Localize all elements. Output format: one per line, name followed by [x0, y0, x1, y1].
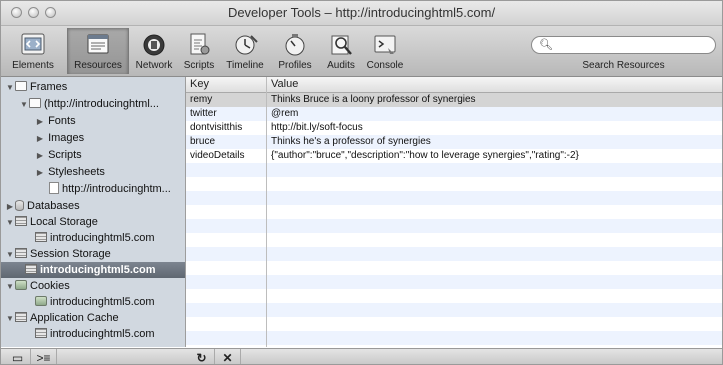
sidebar-item-frame-main[interactable]: ▼ (http://introducinghtml...	[1, 96, 185, 113]
sidebar-item-session-storage-domain[interactable]: introducinghtml5.com	[1, 262, 185, 278]
disclosure-triangle-icon[interactable]: ▶	[35, 131, 45, 147]
sidebar-item-cookies[interactable]: ▼ Cookies	[1, 278, 185, 295]
sidebar-item-application-cache-domain[interactable]: introducinghtml5.com	[1, 326, 185, 342]
sidebar-item-databases[interactable]: ▶ Databases	[1, 198, 185, 215]
elements-icon	[21, 33, 45, 55]
disclosure-triangle-icon[interactable]: ▼	[5, 247, 15, 263]
search-input[interactable]: 🔍︎	[531, 36, 716, 54]
title-bar: Developer Tools – http://introducinghtml…	[1, 1, 722, 26]
scripts-icon	[190, 33, 210, 55]
disclosure-triangle-icon[interactable]: ▼	[5, 215, 15, 231]
disclosure-triangle-icon[interactable]: ▼	[5, 311, 15, 327]
sidebar-item-frames[interactable]: ▼ Frames	[1, 79, 185, 96]
tab-resources[interactable]: Resources	[67, 28, 129, 74]
key-cell[interactable]: videoDetails	[186, 149, 244, 163]
storage-grid-icon	[15, 216, 27, 226]
column-divider	[266, 77, 267, 347]
column-header-key[interactable]: Key	[186, 77, 209, 92]
folder-icon	[29, 98, 41, 108]
timeline-icon	[235, 35, 258, 55]
profiles-icon	[285, 34, 305, 56]
sidebar-item-local-storage-domain[interactable]: introducinghtml5.com	[1, 230, 185, 246]
value-cell[interactable]: Thinks he's a professor of synergies	[267, 135, 431, 149]
delete-icon[interactable]: ✕	[215, 349, 241, 364]
tab-timeline[interactable]: Timeline	[221, 28, 269, 74]
column-header-value[interactable]: Value	[267, 77, 298, 92]
tab-console[interactable]: Console	[363, 28, 407, 74]
bottom-bar: ▭ >≡ ↻ ✕	[1, 348, 722, 364]
value-cell[interactable]: http://bit.ly/soft-focus	[267, 121, 363, 135]
storage-grid-icon	[35, 232, 47, 242]
disclosure-triangle-icon[interactable]: ▶	[35, 148, 45, 164]
value-cell[interactable]: Thinks Bruce is a loony professor of syn…	[267, 93, 476, 107]
sidebar-item-application-cache[interactable]: ▼ Application Cache	[1, 310, 185, 327]
window-title: Developer Tools – http://introducinghtml…	[227, 5, 496, 20]
console-toggle-icon[interactable]: >≡	[31, 349, 57, 364]
storage-grid-icon	[15, 312, 27, 322]
devtools-window: Developer Tools – http://introducinghtml…	[0, 0, 723, 365]
storage-grid-icon	[25, 264, 37, 274]
storage-grid-icon	[15, 248, 27, 258]
disclosure-triangle-icon[interactable]: ▶	[35, 165, 45, 181]
toolbar: Elements Resources Network Scripts Timel…	[1, 26, 722, 77]
storage-table: Key Value remy Thinks Bruce is a loony pr…	[186, 77, 722, 347]
sidebar-item-local-storage[interactable]: ▼ Local Storage	[1, 214, 185, 231]
sidebar-item-document[interactable]: http://introducinghtm...	[1, 181, 185, 197]
disclosure-triangle-icon[interactable]: ▼	[19, 97, 29, 113]
search-icon: 🔍︎	[539, 39, 553, 51]
refresh-icon[interactable]: ↻	[189, 349, 215, 364]
disclosure-triangle-icon[interactable]: ▶	[5, 199, 15, 215]
tab-audits[interactable]: Audits	[321, 28, 361, 74]
console-icon	[374, 35, 396, 54]
value-cell[interactable]: @rem	[267, 107, 298, 121]
network-icon	[143, 34, 165, 56]
disclosure-triangle-icon[interactable]: ▼	[5, 279, 15, 295]
database-icon	[15, 200, 24, 211]
key-cell[interactable]: twitter	[186, 107, 217, 121]
value-cell[interactable]: {"author":"bruce","description":"how to …	[267, 149, 579, 163]
cookie-icon	[35, 296, 47, 306]
search-label: Search Resources	[582, 60, 665, 71]
key-cell[interactable]: remy	[186, 93, 212, 107]
dock-icon[interactable]: ▭	[5, 349, 31, 364]
tab-profiles[interactable]: Profiles	[273, 28, 317, 74]
tab-scripts[interactable]: Scripts	[181, 28, 217, 74]
key-cell[interactable]: bruce	[186, 135, 215, 149]
tab-elements[interactable]: Elements	[3, 28, 63, 74]
audits-icon	[331, 35, 352, 55]
folder-icon	[15, 81, 27, 91]
disclosure-triangle-icon[interactable]: ▶	[35, 114, 45, 130]
document-icon	[49, 182, 59, 194]
disclosure-triangle-icon[interactable]: ▼	[5, 80, 15, 96]
key-cell[interactable]: dontvisitthis	[186, 121, 242, 135]
sidebar-item-session-storage[interactable]: ▼ Session Storage	[1, 246, 185, 263]
resources-sidebar: ▼ Frames ▼ (http://introducinghtml... ▶ Fo…	[1, 77, 186, 347]
sidebar-item-images[interactable]: ▶ Images	[1, 130, 185, 147]
cookie-icon	[15, 280, 27, 290]
sidebar-item-stylesheets[interactable]: ▶ Stylesheets	[1, 164, 185, 181]
sidebar-item-scripts[interactable]: ▶ Scripts	[1, 147, 185, 164]
storage-grid-icon	[35, 328, 47, 338]
resources-icon	[87, 34, 109, 54]
sidebar-item-fonts[interactable]: ▶ Fonts	[1, 113, 185, 130]
tab-network[interactable]: Network	[129, 28, 179, 74]
sidebar-item-cookies-domain[interactable]: introducinghtml5.com	[1, 294, 185, 310]
